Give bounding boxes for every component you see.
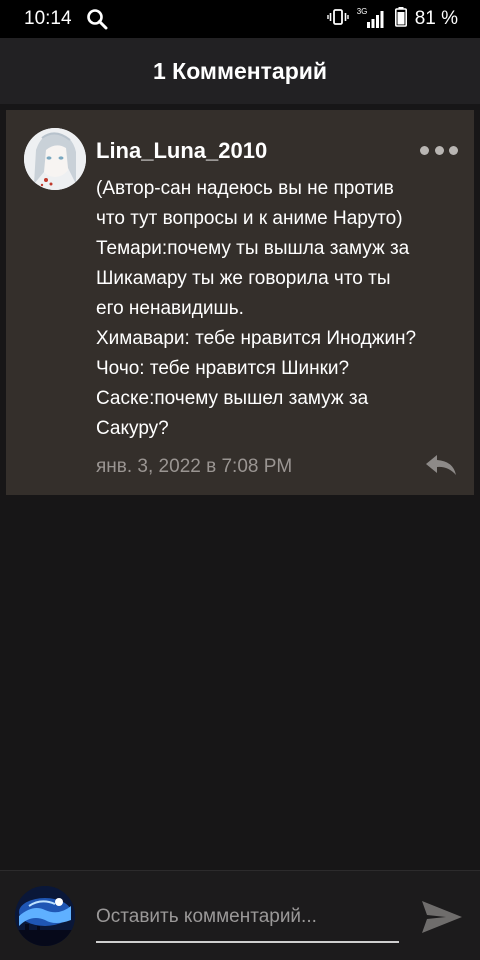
send-icon[interactable] [420,897,464,937]
comment-line: его ненавидишь. [96,298,244,319]
comment-input[interactable] [96,899,399,943]
comment-line: Химавари: тебе нравится Иноджин? [96,328,417,349]
comment-line: Темари:почему ты вышла замуж за [96,238,410,259]
comment-line: Саске:почему вышел замуж за [96,388,369,409]
comment-line: (Автор-сан надеюсь вы не против [96,178,394,199]
page-title: 1 Комментарий [152,57,328,84]
status-icons: 3G 81 % [326,6,458,32]
comments-header: 1 Комментарий [0,38,480,104]
battery-icon [394,6,407,32]
more-icon [420,145,429,155]
comment-line: что тут вопросы и к аниме Наруто) [96,208,403,229]
comment-line: Шикамару ты же говорила что ты [96,268,391,289]
comment-timestamp: янв. 3, 2022 в 7:08 PM [96,456,293,477]
comment-composer [0,870,480,960]
comment-card: Lina_Luna_2010 (Автор-сан надеюсь вы не … [6,110,474,495]
status-bar: 10:14 3G 81 % [0,0,480,38]
comment-line: Чочо: тебе нравится Шинки? [96,358,350,379]
signal-icon: 3G [357,7,387,29]
current-user-avatar[interactable] [15,886,75,946]
reply-icon[interactable] [424,452,458,478]
comment-username[interactable]: Lina_Luna_2010 [96,138,267,164]
comment-line: Сакуру? [96,418,169,439]
more-options-button[interactable] [420,140,458,160]
comment-body: (Автор-сан надеюсь вы не против что тут … [96,174,468,444]
avatar[interactable] [24,128,86,190]
search-icon [86,8,108,30]
vibrate-icon [326,8,349,31]
battery-percent: 81 % [414,8,458,29]
status-time: 10:14 [24,8,72,29]
